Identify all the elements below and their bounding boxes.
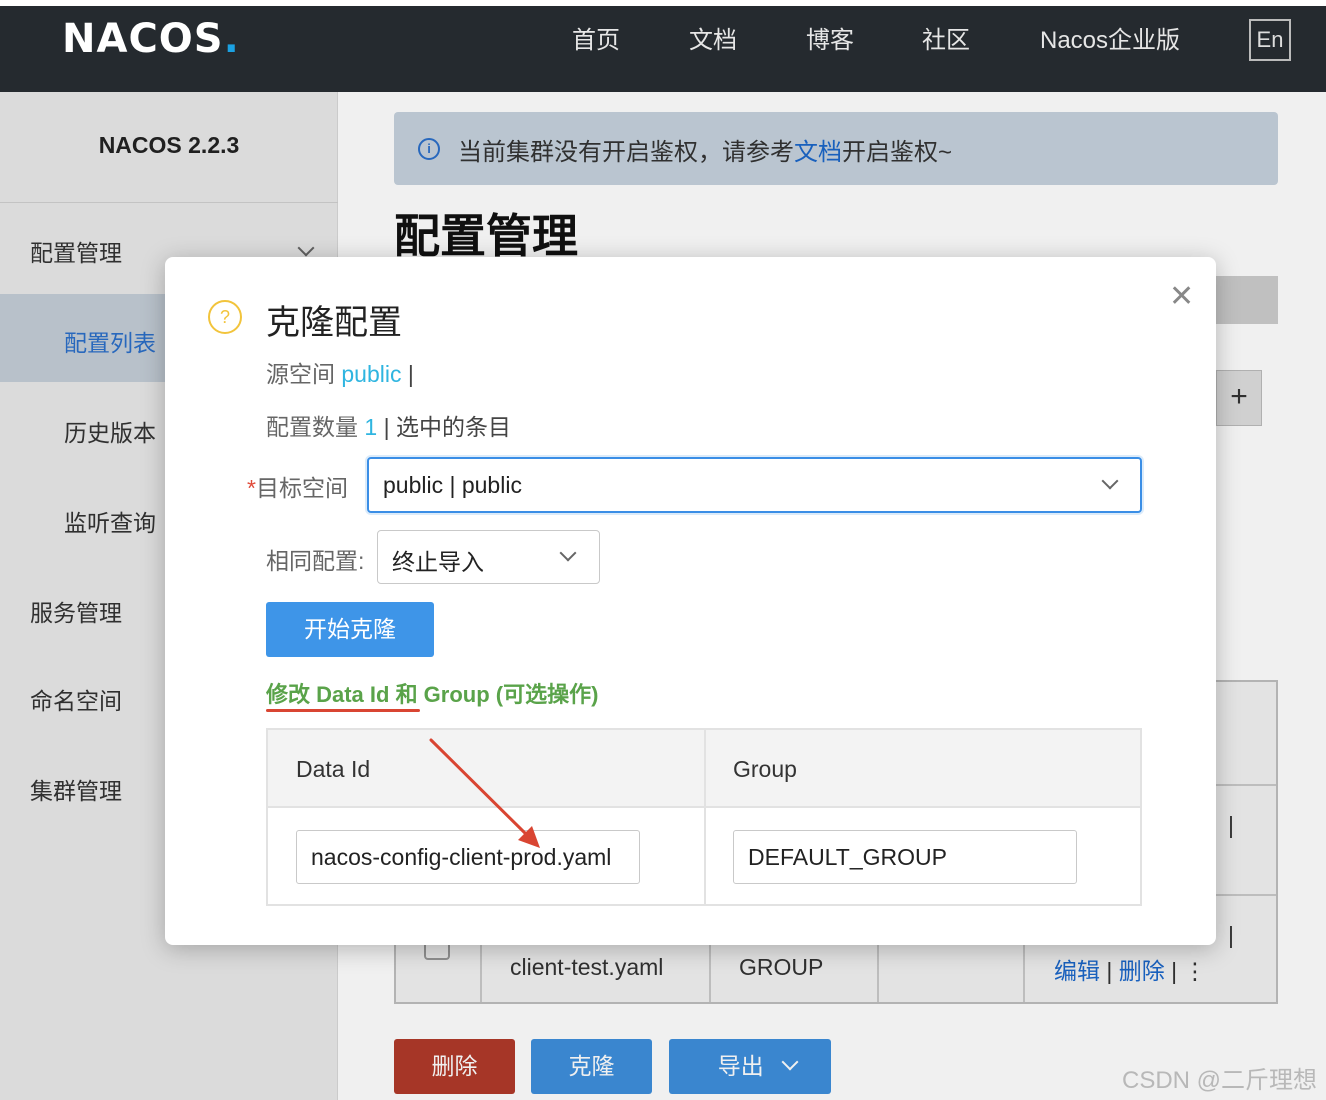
logo-text: C — [128, 16, 159, 62]
logo-text: OS — [158, 16, 224, 62]
chevron-down-icon — [1101, 472, 1119, 490]
top-nav: NACOS. 首页 文档 博客 社区 Nacos企业版 En — [0, 6, 1326, 92]
nav-home[interactable]: 首页 — [572, 20, 620, 55]
target-namespace-select[interactable]: public | public — [367, 457, 1142, 513]
config-count-value: 1 — [364, 414, 378, 440]
column-header-group: Group — [733, 756, 797, 782]
nav-docs[interactable]: 文档 — [689, 20, 737, 55]
group-field[interactable] — [734, 831, 1076, 883]
clone-config-dialog: ? 克隆配置 ✕ 源空间 public | 配置数量 1 | 选中的条目 *目标… — [165, 257, 1216, 945]
nav-enterprise[interactable]: Nacos企业版 — [1040, 20, 1180, 55]
required-asterisk: * — [247, 475, 256, 501]
nav-blog[interactable]: 博客 — [806, 20, 854, 55]
watermark-text: CSDN @二斤理想 — [1122, 1067, 1318, 1094]
column-header-data-id: Data Id — [296, 756, 371, 782]
logo-dot: . — [223, 16, 240, 62]
start-clone-button[interactable]: 开始克隆 — [266, 602, 434, 657]
modify-hint-text: 修改 Data Id 和 Group (可选操作) — [266, 682, 599, 707]
chevron-down-icon — [559, 544, 577, 562]
close-icon[interactable]: ✕ — [1169, 279, 1194, 314]
source-namespace-row: 源空间 public | — [266, 361, 414, 387]
nav-community[interactable]: 社区 — [922, 20, 970, 55]
config-count-row: 配置数量 1 | 选中的条目 — [266, 414, 511, 440]
annotation-underline — [266, 709, 420, 712]
source-namespace-value: public — [341, 361, 402, 387]
data-id-input[interactable] — [296, 830, 640, 884]
language-toggle-button[interactable]: En — [1249, 19, 1291, 61]
dialog-title: 克隆配置 — [266, 304, 402, 342]
same-config-policy-select[interactable]: 终止导入 — [377, 530, 600, 584]
rename-table: Data Id Group — [266, 728, 1142, 906]
group-input[interactable] — [733, 830, 1077, 884]
same-config-label: 相同配置: — [266, 548, 365, 574]
data-id-field[interactable] — [297, 831, 639, 883]
nacos-logo[interactable]: NACOS. — [62, 16, 240, 62]
logo-text: NA — [62, 16, 129, 62]
help-icon: ? — [208, 300, 242, 334]
target-namespace-label: *目标空间 — [247, 475, 348, 501]
